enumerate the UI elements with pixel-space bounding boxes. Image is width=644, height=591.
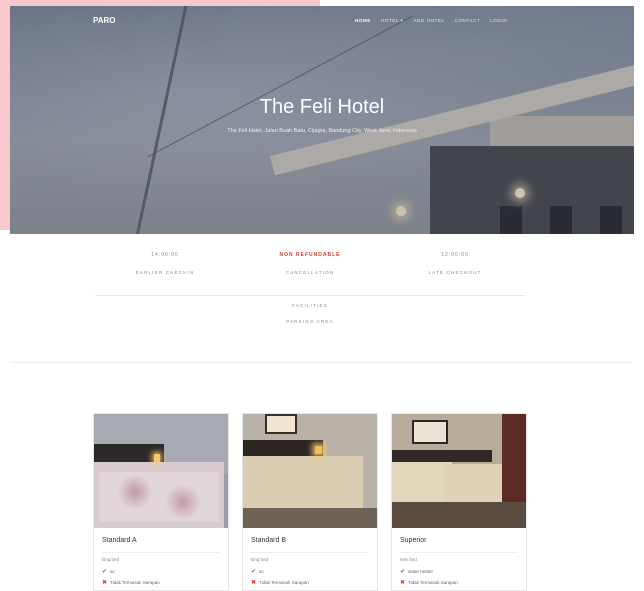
cross-icon: ✖ [102, 580, 108, 586]
photo-lamp [315, 446, 322, 454]
room-feature-excluded: ✖ Tidak Termasuk Sarapan [400, 579, 458, 586]
feature-label: ac [259, 569, 264, 574]
nav-hotel-dropdown[interactable]: HOTEL ▾ [381, 18, 404, 24]
photo-bed-left [392, 462, 452, 502]
room-feature-excluded: ✖ Tidak Termasuk Sarapan [251, 579, 309, 586]
facilities-heading: FACILITIES [292, 303, 328, 308]
check-icon: ✔ [251, 569, 257, 575]
hero-overlay [10, 6, 634, 234]
hero-banner: PARO HOME HOTEL ▾ ADD HOTEL CONTACT LOGI… [10, 6, 634, 234]
card-divider [251, 552, 369, 553]
check-icon: ✔ [102, 569, 108, 575]
card-divider [102, 552, 220, 553]
hotel-title: The Feli Hotel [259, 96, 385, 118]
nav-login[interactable]: LOGIN [490, 18, 507, 24]
feature-label: Tidak Termasuk Sarapan [408, 580, 458, 585]
photo-picture-frame [412, 420, 448, 444]
brand-logo[interactable]: PARO [93, 16, 116, 25]
photo-bed [243, 456, 363, 508]
section-divider [10, 362, 634, 363]
feature-label: ac [110, 569, 115, 574]
room-bed-type: king bed [251, 557, 269, 562]
policy-cancellation-label: CANCELLATION [285, 270, 335, 275]
cross-icon: ✖ [400, 580, 406, 586]
hotel-policies: 14:00:00 EARLIER CHECKIN NON REFUNDABLE … [95, 252, 525, 275]
room-card-standard-b[interactable]: Standard B king bed ✔ ac ✖ Tidak Termasuk … [242, 413, 378, 591]
photo-headboard [243, 440, 323, 456]
feature-label: Tidak Termasuk Sarapan [259, 580, 309, 585]
top-nav: HOME HOTEL ▾ ADD HOTEL CONTACT LOGIN [355, 18, 507, 24]
policy-cancellation-value: NON REFUNDABLE [279, 252, 341, 258]
room-feature-included: ✔ ac [102, 568, 115, 575]
nav-add-hotel[interactable]: ADD HOTEL [413, 18, 444, 24]
room-card-standard-a[interactable]: Standard A king bed ✔ ac ✖ Tidak Termasuk … [93, 413, 229, 591]
photo-floor [392, 502, 526, 528]
photo-floor [243, 508, 377, 528]
room-bed-type: king bed [102, 557, 120, 562]
room-card-superior[interactable]: Superior twin bed ✔ water heater ✖ Tidak T… [391, 413, 527, 591]
feature-label: water heater [408, 569, 434, 574]
policy-checkout-value: 12:00:00 [441, 252, 469, 258]
photo-headboard [392, 450, 492, 462]
feature-label: Tidak Termasuk Sarapan [110, 580, 160, 585]
room-photo[interactable] [243, 414, 377, 528]
room-name[interactable]: Standard A [102, 537, 137, 544]
hotel-address: The Feli Hotel, Jalan Buah Batu, Cijagra… [227, 128, 417, 134]
photo-picture-frame [265, 414, 297, 434]
divider [95, 295, 525, 296]
room-feature-included: ✔ ac [251, 568, 264, 575]
policy-checkin-value: 14:00:00 [151, 252, 179, 258]
policy-checkout: 12:00:00 LATE CHECKOUT [385, 252, 525, 275]
policy-checkin: 14:00:00 EARLIER CHECKIN [95, 252, 235, 275]
policy-cancellation: NON REFUNDABLE CANCELLATION [240, 252, 380, 275]
room-feature-included: ✔ water heater [400, 568, 433, 575]
check-icon: ✔ [400, 569, 406, 575]
room-photo[interactable] [94, 414, 228, 528]
facility-parking: PARKING AREA [286, 319, 334, 324]
policy-checkout-label: LATE CHECKOUT [428, 270, 482, 275]
photo-bedspread [99, 472, 219, 522]
room-name[interactable]: Superior [400, 537, 426, 544]
room-photo[interactable] [392, 414, 526, 528]
nav-contact[interactable]: CONTACT [455, 18, 481, 24]
room-bed-type: twin bed [400, 557, 417, 562]
photo-bed-right [444, 464, 502, 504]
cross-icon: ✖ [251, 580, 257, 586]
nav-home[interactable]: HOME [355, 18, 371, 24]
room-name[interactable]: Standard B [251, 537, 286, 544]
card-divider [400, 552, 518, 553]
photo-curtain [502, 414, 526, 504]
photo-lamp [154, 454, 160, 462]
room-feature-excluded: ✖ Tidak Termasuk Sarapan [102, 579, 160, 586]
policy-checkin-label: EARLIER CHECKIN [135, 270, 195, 275]
